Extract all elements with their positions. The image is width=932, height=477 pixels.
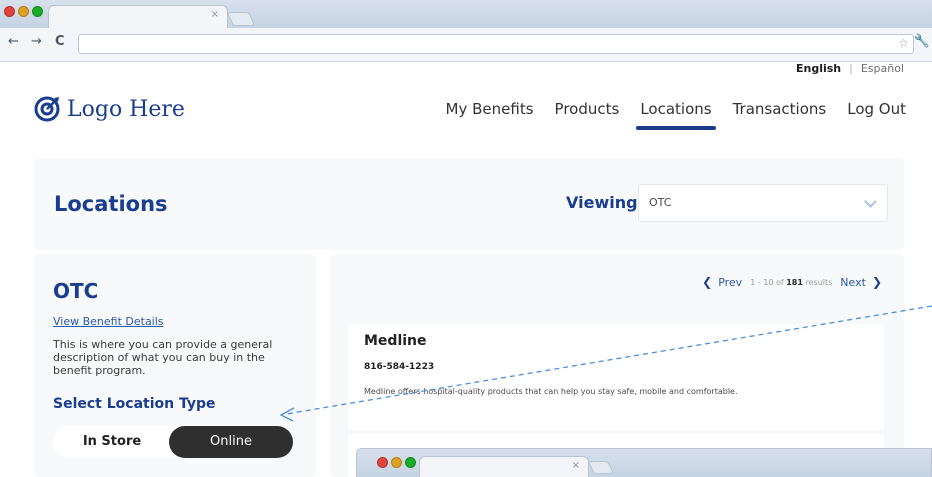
in-store-option[interactable]: In Store [53, 426, 171, 458]
viewing-selected-value: OTC [649, 196, 672, 209]
site-logo[interactable]: Logo Here [34, 96, 185, 122]
main-navigation: My Benefits Products Locations Transacti… [425, 100, 906, 130]
location-type-toggle: In Store Online [53, 426, 293, 458]
back-arrow-icon[interactable]: ← [8, 34, 19, 49]
tab-close-icon[interactable]: × [211, 9, 219, 20]
location-name: Medline [364, 333, 427, 349]
next-page-link[interactable]: Next [840, 276, 866, 289]
results-total: 181 [786, 277, 803, 287]
star-icon[interactable]: ☆ [898, 36, 909, 50]
logo-text: Logo Here [67, 96, 185, 122]
nav-transactions[interactable]: Transactions [733, 100, 827, 118]
location-phone[interactable]: 816-584-1223 [364, 362, 434, 372]
language-spanish-link[interactable]: Español [861, 62, 904, 75]
close-window-button[interactable] [377, 457, 388, 468]
page-title: Locations [54, 192, 168, 216]
chevron-right-icon[interactable]: ❯ [872, 275, 882, 289]
new-tab-button[interactable] [226, 12, 256, 26]
nav-products[interactable]: Products [555, 100, 620, 118]
minimize-window-button[interactable] [391, 457, 402, 468]
benefit-card: OTC View Benefit Details This is where y… [34, 254, 316, 477]
benefit-title: OTC [53, 279, 99, 303]
reload-icon[interactable]: C [55, 34, 65, 49]
browser-tab-strip: × [0, 0, 932, 28]
target-icon [34, 96, 60, 122]
prev-page-link[interactable]: Prev [718, 276, 742, 289]
page-header-panel: Locations Viewing OTC [34, 158, 904, 250]
new-tab-button[interactable] [587, 461, 615, 474]
chevron-left-icon[interactable]: ❮ [702, 275, 712, 289]
language-separator: | [849, 62, 853, 75]
chevron-down-icon [864, 195, 877, 208]
results-panel: ❮ Prev 1 - 10 of 181 results Next ❯ Medl… [330, 254, 904, 477]
wrench-icon[interactable]: 🔧 [914, 34, 930, 49]
location-description: Medline offers hospital-quality products… [364, 387, 738, 396]
online-option[interactable]: Online [169, 426, 293, 458]
benefit-description: This is where you can provide a general … [53, 338, 273, 377]
browser-tab[interactable]: × [419, 456, 589, 477]
forward-arrow-icon[interactable]: → [31, 34, 42, 49]
results-range-text: 1 - 10 of [750, 277, 784, 287]
view-benefit-details-link[interactable]: View Benefit Details [53, 315, 164, 328]
zoom-window-button[interactable] [405, 457, 416, 468]
language-switcher: English | Español [796, 62, 904, 75]
viewing-label: Viewing [566, 193, 638, 212]
nav-locations[interactable]: Locations [636, 100, 716, 130]
results-word: results [805, 277, 833, 287]
viewing-select[interactable]: OTC [638, 184, 888, 222]
tab-close-icon[interactable]: × [572, 460, 580, 471]
language-english-link[interactable]: English [796, 62, 841, 75]
browser-tab[interactable]: × [48, 5, 228, 28]
browser-toolbar: ← → C ☆ 🔧 [0, 28, 932, 62]
close-window-button[interactable] [4, 6, 15, 17]
select-location-type-heading: Select Location Type [53, 396, 216, 412]
zoom-window-button[interactable] [32, 6, 43, 17]
address-bar[interactable]: ☆ [78, 34, 914, 54]
pagination: ❮ Prev 1 - 10 of 181 results Next ❯ [702, 275, 882, 289]
second-browser-window: × [356, 448, 932, 477]
results-range: 1 - 10 of 181 results [750, 278, 832, 287]
location-result-card[interactable]: Medline 816-584-1223 Medline offers hosp… [348, 324, 884, 430]
nav-my-benefits[interactable]: My Benefits [446, 100, 534, 118]
minimize-window-button[interactable] [18, 6, 29, 17]
nav-log-out[interactable]: Log Out [847, 100, 906, 118]
